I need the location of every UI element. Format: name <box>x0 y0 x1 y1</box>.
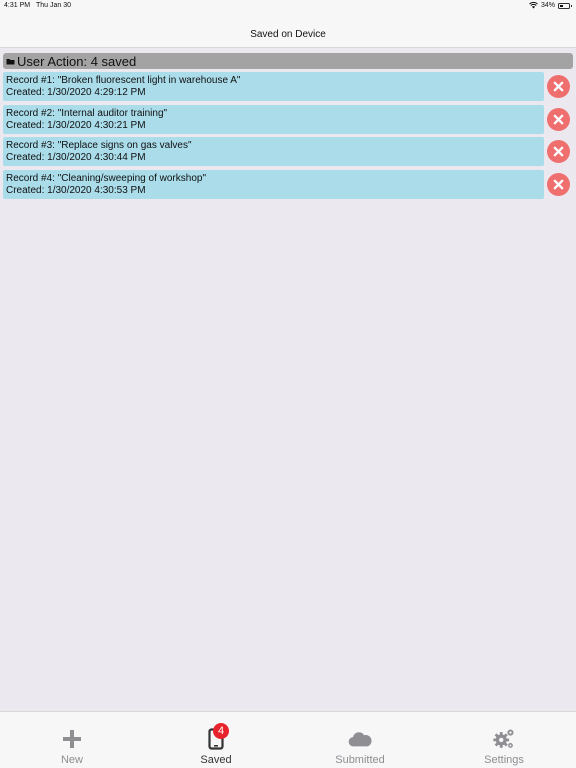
status-bar: 4:31 PM Thu Jan 30 34% <box>0 0 576 12</box>
delete-record-button[interactable] <box>547 75 570 98</box>
record-card[interactable]: Record #4: "Cleaning/sweeping of worksho… <box>3 169 544 199</box>
close-icon <box>553 179 564 189</box>
list-item: Record #2: "Internal auditor training" C… <box>3 104 573 135</box>
tab-saved[interactable]: 4 Saved <box>144 712 288 768</box>
section-title: User Action: 4 saved <box>17 53 137 69</box>
plus-icon <box>63 730 81 748</box>
tab-new[interactable]: New <box>0 712 144 768</box>
list-item: Record #3: "Replace signs on gas valves"… <box>3 137 573 167</box>
record-card[interactable]: Record #1: "Broken fluorescent light in … <box>3 72 544 101</box>
status-date: Thu Jan 30 <box>36 2 72 9</box>
record-created: Created: 1/30/2020 4:30:44 PM <box>6 152 146 163</box>
tab-label: Submitted <box>335 754 385 766</box>
wifi-icon <box>529 2 538 9</box>
delete-record-button[interactable] <box>547 140 570 163</box>
record-title: Record #2: "Internal auditor training" <box>6 107 168 119</box>
status-time: 4:31 PM <box>4 2 31 9</box>
tab-bar: New 4 Saved Submitted Settings <box>0 711 576 768</box>
record-title: Record #4: "Cleaning/sweeping of worksho… <box>6 172 206 184</box>
list-item: Record #1: "Broken fluorescent light in … <box>3 72 573 102</box>
battery-level <box>560 4 563 7</box>
app-screen: 4:31 PM Thu Jan 30 34% Saved on Device U… <box>0 0 576 768</box>
navigation-bar: Saved on Device <box>0 12 576 48</box>
page-title: Saved on Device <box>250 29 326 40</box>
tab-label: Saved <box>200 754 232 766</box>
battery-percent: 34% <box>540 2 555 9</box>
record-created: Created: 1/30/2020 4:30:53 PM <box>6 184 146 196</box>
tab-label: Settings <box>484 754 524 766</box>
close-icon <box>553 81 564 92</box>
battery-icon <box>558 2 572 9</box>
delete-record-button[interactable] <box>547 107 570 131</box>
record-title: Record #3: "Replace signs on gas valves" <box>6 140 192 151</box>
tab-icon-wrap <box>60 727 84 751</box>
record-card[interactable]: Record #2: "Internal auditor training" C… <box>3 104 544 134</box>
tab-icon-wrap: 4 <box>204 723 229 751</box>
status-right: 34% <box>529 2 572 9</box>
record-created: Created: 1/30/2020 4:29:12 PM <box>6 87 146 98</box>
tab-icon-wrap <box>492 727 516 751</box>
tab-label: New <box>60 754 83 766</box>
close-icon <box>553 146 564 157</box>
gears-icon <box>493 729 514 748</box>
list-item: Record #4: "Cleaning/sweeping of worksho… <box>3 169 573 200</box>
saved-count-badge: 4 <box>213 723 229 739</box>
records-list: Record #1: "Broken fluorescent light in … <box>3 72 573 202</box>
record-card[interactable]: Record #3: "Replace signs on gas valves"… <box>3 137 544 166</box>
record-created: Created: 1/30/2020 4:30:21 PM <box>6 119 146 131</box>
folder-icon <box>6 58 15 64</box>
section-header[interactable]: User Action: 4 saved <box>3 53 573 69</box>
cloud-icon <box>348 732 372 747</box>
delete-record-button[interactable] <box>547 172 570 196</box>
record-title: Record #1: "Broken fluorescent light in … <box>6 75 241 86</box>
tab-icon-wrap <box>348 727 372 751</box>
tab-settings[interactable]: Settings <box>432 712 576 768</box>
close-icon <box>553 114 564 124</box>
tab-submitted[interactable]: Submitted <box>288 712 432 768</box>
